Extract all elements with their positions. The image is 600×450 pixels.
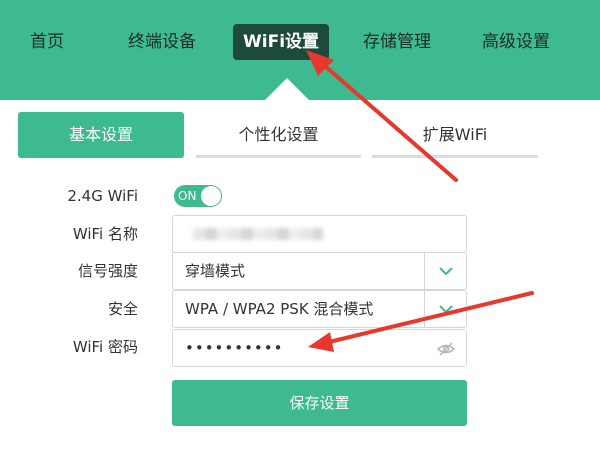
- wifi24-toggle[interactable]: ON: [174, 185, 222, 207]
- wifi-name-input[interactable]: [172, 215, 467, 253]
- wifi-settings-panel: 基本设置 个性化设置 扩展WiFi 2.4G WiFi ON WiFi 名称 信…: [0, 100, 600, 450]
- signal-strength-select[interactable]: 穿墙模式: [172, 252, 467, 290]
- subtab-basic[interactable]: 基本设置: [18, 112, 184, 158]
- nav-item-wifi-settings[interactable]: WiFi设置: [233, 24, 330, 60]
- save-settings-button[interactable]: 保存设置: [172, 380, 467, 426]
- signal-strength-value: 穿墙模式: [185, 262, 246, 280]
- subtab-personalize[interactable]: 个性化设置: [196, 112, 361, 158]
- security-label: 安全: [107, 300, 138, 318]
- top-nav-bar: 首页 终端设备 WiFi设置 存储管理 高级设置: [0, 0, 600, 100]
- active-nav-pointer: [265, 78, 309, 100]
- wifi-name-label: WiFi 名称: [72, 225, 138, 243]
- nav-item-devices[interactable]: 终端设备: [128, 24, 196, 60]
- security-value: WPA / WPA2 PSK 混合模式: [185, 300, 374, 318]
- nav-item-home[interactable]: 首页: [30, 24, 64, 60]
- toggle-knob: [201, 186, 221, 206]
- wifi-password-label: WiFi 密码: [72, 338, 138, 356]
- toggle-state-text: ON: [178, 189, 197, 203]
- security-select[interactable]: WPA / WPA2 PSK 混合模式: [172, 290, 467, 328]
- wifi-password-input[interactable]: ••••••••••: [172, 329, 467, 367]
- wifi-password-value: ••••••••••: [185, 339, 284, 357]
- chevron-down-icon[interactable]: [424, 253, 466, 289]
- redacted-ssid: [193, 228, 323, 240]
- subtab-extend-wifi[interactable]: 扩展WiFi: [372, 112, 538, 158]
- eye-off-icon[interactable]: [436, 339, 456, 359]
- chevron-down-icon[interactable]: [424, 291, 466, 327]
- nav-item-advanced[interactable]: 高级设置: [482, 24, 550, 60]
- wifi24-label: 2.4G WiFi: [67, 187, 138, 205]
- nav-item-storage[interactable]: 存储管理: [363, 24, 431, 60]
- signal-strength-label: 信号强度: [77, 262, 138, 280]
